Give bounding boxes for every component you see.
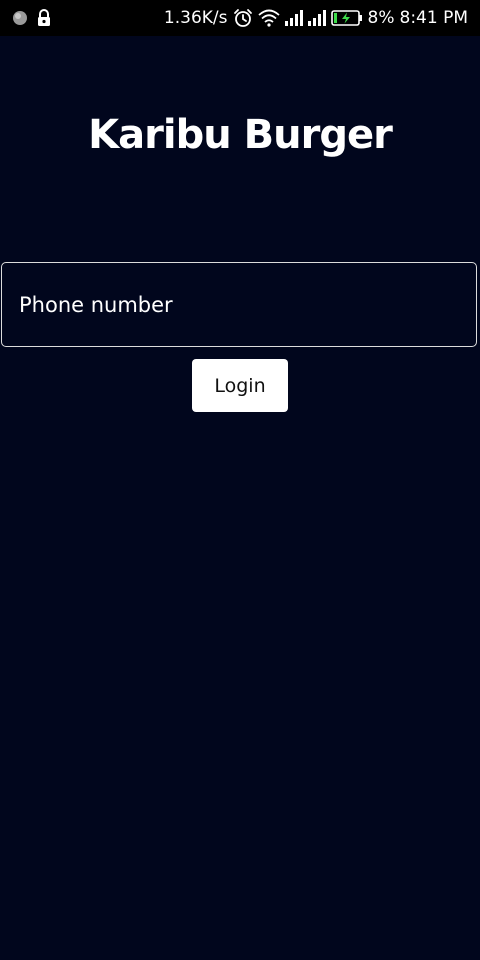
battery-percent: 8%: [367, 8, 395, 28]
battery-charging-icon: [330, 10, 363, 26]
page-title: Karibu Burger: [88, 112, 393, 158]
status-bar: 1.36K/s 8% 8:41 PM: [0, 0, 480, 36]
status-bar-left: [12, 9, 52, 27]
clock: 8:41 PM: [399, 8, 469, 28]
alarm-icon: [233, 8, 253, 28]
wifi-icon: [257, 9, 280, 27]
status-bar-right: 1.36K/s 8% 8:41 PM: [164, 7, 468, 29]
lock-icon: [36, 9, 52, 27]
signal-icon: [307, 10, 326, 26]
phone-number-field[interactable]: [1, 262, 477, 347]
network-speed: 1.36K/s: [163, 8, 228, 28]
phone-number-input[interactable]: [2, 263, 476, 346]
signal-icon: [284, 10, 303, 26]
notification-dot-icon: [12, 10, 28, 26]
login-button[interactable]: Login: [192, 359, 288, 412]
